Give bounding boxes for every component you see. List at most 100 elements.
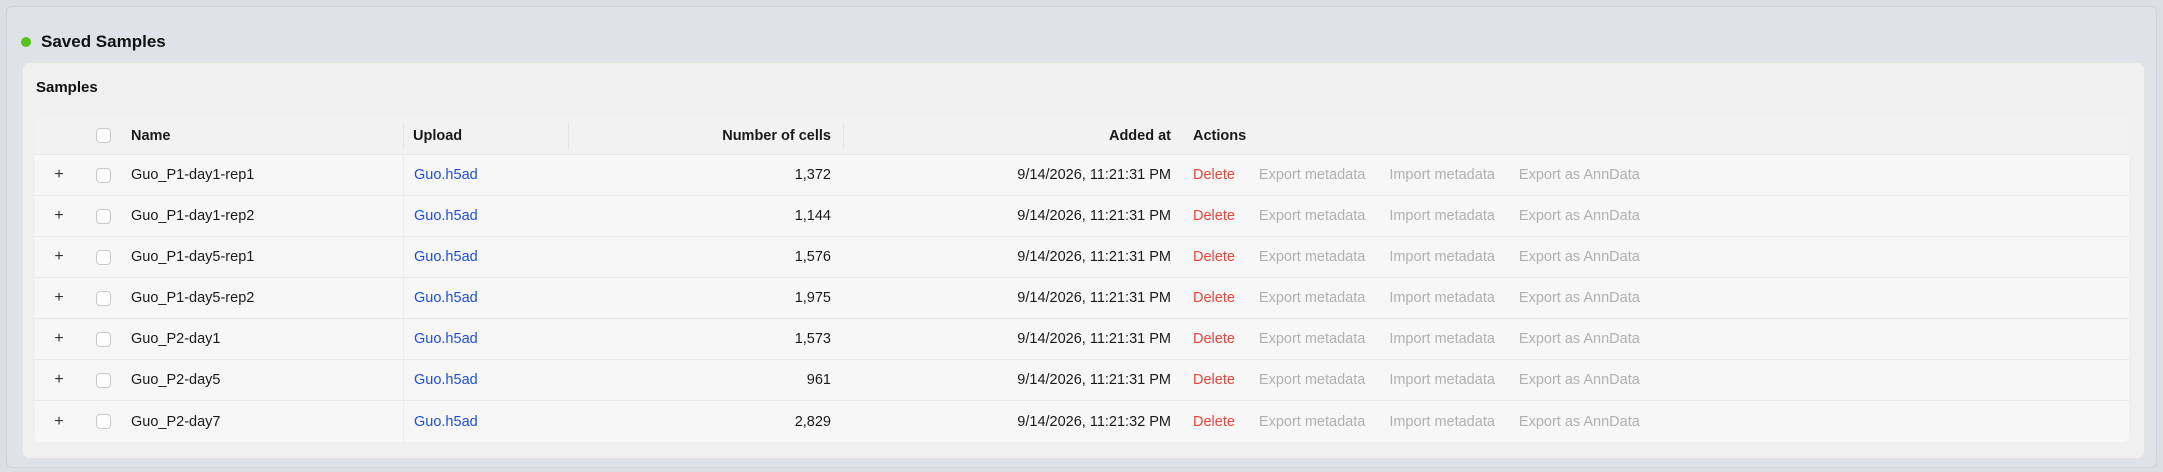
row-actions: Delete Export metadata Import metadata E… <box>1183 155 2083 195</box>
import-metadata-button[interactable]: Import metadata <box>1389 414 1495 430</box>
delete-button[interactable]: Delete <box>1193 167 1235 183</box>
samples-table: Name Upload Number of cells Added at Act… <box>35 117 2129 442</box>
import-metadata-button[interactable]: Import metadata <box>1389 331 1495 347</box>
upload-cell: Guo.h5ad <box>403 237 568 277</box>
card-title: Samples <box>36 79 98 96</box>
upload-cell: Guo.h5ad <box>403 196 568 236</box>
export-metadata-button[interactable]: Export metadata <box>1259 372 1365 388</box>
upload-file-link[interactable]: Guo.h5ad <box>414 290 478 306</box>
select-all-checkbox[interactable] <box>95 128 111 143</box>
row-checkbox[interactable] <box>95 331 111 347</box>
cell-count: 2,829 <box>794 413 831 430</box>
row-select-cell[interactable] <box>83 401 123 442</box>
export-metadata-button[interactable]: Export metadata <box>1259 249 1365 265</box>
row-checkbox[interactable] <box>95 290 111 306</box>
sample-name: Guo_P2-day1 <box>131 331 221 347</box>
row-select-cell[interactable] <box>83 155 123 195</box>
upload-file-link[interactable]: Guo.h5ad <box>414 331 478 347</box>
table-row: + Guo_P2-day7 Guo.h5ad 2,829 9/14/2026, … <box>35 401 2129 442</box>
table-row: + Guo_P1-day1-rep2 Guo.h5ad 1,144 9/14/2… <box>35 196 2129 237</box>
delete-button[interactable]: Delete <box>1193 331 1235 347</box>
cell-count: 1,573 <box>794 331 831 347</box>
table-row: + Guo_P1-day5-rep2 Guo.h5ad 1,975 9/14/2… <box>35 278 2129 319</box>
expand-row-button[interactable]: + <box>35 278 83 318</box>
section-header: Saved Samples <box>21 25 166 59</box>
added-at: 9/14/2026, 11:21:32 PM <box>1017 413 1171 430</box>
cell-count: 1,144 <box>794 208 831 224</box>
row-select-cell[interactable] <box>83 196 123 236</box>
upload-file-link[interactable]: Guo.h5ad <box>414 208 478 224</box>
row-actions: Delete Export metadata Import metadata E… <box>1183 319 2083 359</box>
upload-file-link[interactable]: Guo.h5ad <box>414 372 478 388</box>
upload-cell: Guo.h5ad <box>403 278 568 318</box>
export-anndata-button[interactable]: Export as AnnData <box>1519 372 1640 388</box>
export-metadata-button[interactable]: Export metadata <box>1259 331 1365 347</box>
row-select-cell[interactable] <box>83 237 123 277</box>
export-metadata-button[interactable]: Export metadata <box>1259 414 1365 430</box>
export-anndata-button[interactable]: Export as AnnData <box>1519 167 1640 183</box>
row-checkbox[interactable] <box>95 414 111 429</box>
added-at: 9/14/2026, 11:21:31 PM <box>1017 290 1171 306</box>
column-header-added[interactable]: Added at <box>843 117 1183 154</box>
table-row: + Guo_P1-day5-rep1 Guo.h5ad 1,576 9/14/2… <box>35 237 2129 278</box>
row-checkbox[interactable] <box>95 167 111 183</box>
export-anndata-button[interactable]: Export as AnnData <box>1519 290 1640 306</box>
samples-card: Samples Name Upload Number of cells Adde… <box>22 62 2145 459</box>
added-at: 9/14/2026, 11:21:31 PM <box>1017 372 1171 388</box>
sample-name: Guo_P1-day5-rep1 <box>131 249 255 265</box>
export-metadata-button[interactable]: Export metadata <box>1259 290 1365 306</box>
expand-row-button[interactable]: + <box>35 401 83 442</box>
cell-count: 1,576 <box>794 249 831 265</box>
export-anndata-button[interactable]: Export as AnnData <box>1519 249 1640 265</box>
upload-file-link[interactable]: Guo.h5ad <box>414 167 478 183</box>
column-header-name[interactable]: Name <box>123 117 403 154</box>
row-checkbox[interactable] <box>95 249 111 265</box>
expand-row-button[interactable]: + <box>35 196 83 236</box>
upload-file-link[interactable]: Guo.h5ad <box>414 249 478 265</box>
row-select-cell[interactable] <box>83 319 123 359</box>
row-checkbox[interactable] <box>95 208 111 224</box>
export-anndata-button[interactable]: Export as AnnData <box>1519 331 1640 347</box>
table-row: + Guo_P2-day1 Guo.h5ad 1,573 9/14/2026, … <box>35 319 2129 360</box>
sample-name: Guo_P2-day7 <box>131 413 221 430</box>
expand-row-button[interactable]: + <box>35 237 83 277</box>
delete-button[interactable]: Delete <box>1193 372 1235 388</box>
section-title: Saved Samples <box>41 32 166 51</box>
row-select-cell[interactable] <box>83 360 123 400</box>
saved-samples-panel: Saved Samples Samples Name Upload Number… <box>6 6 2157 468</box>
column-header-cells[interactable]: Number of cells <box>568 117 843 154</box>
import-metadata-button[interactable]: Import metadata <box>1389 208 1495 224</box>
expand-row-button[interactable]: + <box>35 319 83 359</box>
upload-cell: Guo.h5ad <box>403 155 568 195</box>
row-select-cell[interactable] <box>83 278 123 318</box>
export-anndata-button[interactable]: Export as AnnData <box>1519 414 1640 430</box>
import-metadata-button[interactable]: Import metadata <box>1389 372 1495 388</box>
delete-button[interactable]: Delete <box>1193 249 1235 265</box>
import-metadata-button[interactable]: Import metadata <box>1389 167 1495 183</box>
expand-header <box>35 117 83 154</box>
import-metadata-button[interactable]: Import metadata <box>1389 249 1495 265</box>
sample-name: Guo_P1-day1-rep2 <box>131 208 255 224</box>
delete-button[interactable]: Delete <box>1193 290 1235 306</box>
added-at: 9/14/2026, 11:21:31 PM <box>1017 167 1171 183</box>
status-dot-icon <box>21 37 31 47</box>
row-actions: Delete Export metadata Import metadata E… <box>1183 360 2083 400</box>
export-metadata-button[interactable]: Export metadata <box>1259 208 1365 224</box>
expand-row-button[interactable]: + <box>35 360 83 400</box>
table-row: + Guo_P1-day1-rep1 Guo.h5ad 1,372 9/14/2… <box>35 155 2129 196</box>
import-metadata-button[interactable]: Import metadata <box>1389 290 1495 306</box>
sample-name: Guo_P1-day1-rep1 <box>131 167 255 183</box>
sample-name: Guo_P2-day5 <box>131 372 221 388</box>
upload-file-link[interactable]: Guo.h5ad <box>414 414 478 430</box>
select-all-cell[interactable] <box>83 117 123 154</box>
expand-row-button[interactable]: + <box>35 155 83 195</box>
added-at: 9/14/2026, 11:21:31 PM <box>1017 249 1171 265</box>
delete-button[interactable]: Delete <box>1193 208 1235 224</box>
row-checkbox[interactable] <box>95 372 111 388</box>
column-header-upload[interactable]: Upload <box>403 117 568 154</box>
delete-button[interactable]: Delete <box>1193 414 1235 430</box>
table-row: + Guo_P2-day5 Guo.h5ad 961 9/14/2026, 11… <box>35 360 2129 401</box>
export-metadata-button[interactable]: Export metadata <box>1259 167 1365 183</box>
table-header-row: Name Upload Number of cells Added at Act… <box>35 117 2129 155</box>
export-anndata-button[interactable]: Export as AnnData <box>1519 208 1640 224</box>
